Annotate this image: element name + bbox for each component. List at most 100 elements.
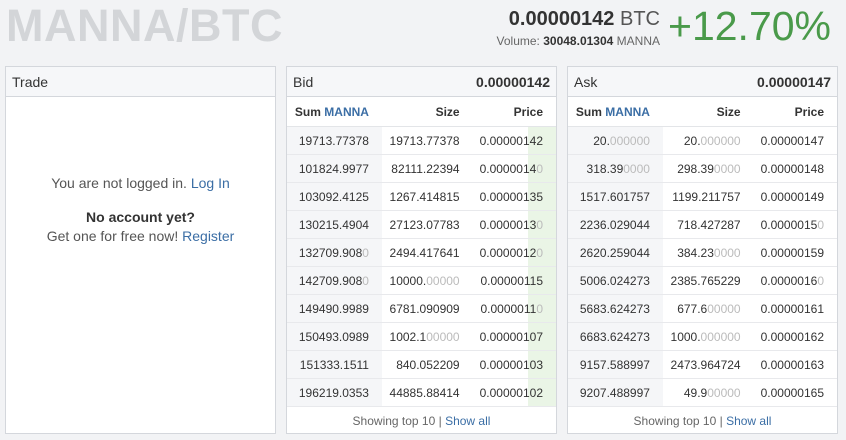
bid-footer-text: Showing top 10 | bbox=[352, 414, 442, 428]
ask-order-row[interactable]: 2620.259044 384.230000 0.00000159 bbox=[568, 238, 837, 267]
bid-order-row[interactable]: 132709.9080 2494.417641 0.00000120 bbox=[287, 238, 556, 267]
ask-price-cell: 0.00000149 bbox=[753, 182, 837, 211]
ask-sum-cell: 1517.601757 bbox=[568, 182, 663, 211]
best-bid-price: 0.00000142 bbox=[476, 73, 550, 90]
ask-order-row[interactable]: 2236.029044 718.427287 0.00000150 bbox=[568, 210, 837, 239]
volume-info: Volume: 30048.01304 MANNA bbox=[430, 34, 660, 48]
ask-size-cell: 20.000000 bbox=[662, 126, 754, 155]
bid-price-cell: 0.00000110 bbox=[472, 294, 556, 323]
bid-order-row[interactable]: 150493.0989 1002.100000 0.00000107 bbox=[287, 322, 556, 351]
bid-panel: Bid 0.00000142 Sum MANNA Size Price 1971… bbox=[286, 66, 557, 434]
bid-panel-header: Bid 0.00000142 bbox=[287, 67, 556, 97]
size-column-header: Size bbox=[381, 97, 473, 127]
ask-footer-text: Showing top 10 | bbox=[633, 414, 723, 428]
ask-rows: 20.000000 20.000000 0.00000147 318.390000 29… bbox=[568, 126, 837, 407]
last-price-currency: BTC bbox=[620, 8, 660, 30]
ask-size-cell: 298.390000 bbox=[662, 154, 754, 183]
ask-order-row[interactable]: 9207.488997 49.900000 0.00000165 bbox=[568, 378, 837, 407]
ask-order-row[interactable]: 318.390000 298.390000 0.00000148 bbox=[568, 154, 837, 183]
bid-size-cell: 840.052209 bbox=[381, 350, 473, 379]
bid-size-cell: 19713.77378 bbox=[381, 126, 473, 155]
bid-sum-cell: 196219.0353 bbox=[287, 378, 382, 407]
ask-sum-cell: 6683.624273 bbox=[568, 322, 663, 351]
get-one-text: Get one for free now! bbox=[46, 228, 179, 244]
bid-panel-title: Bid bbox=[293, 73, 314, 90]
ask-price-cell: 0.00000148 bbox=[753, 154, 837, 183]
bid-price-cell: 0.00000107 bbox=[472, 322, 556, 351]
sum-column-header: Sum MANNA bbox=[568, 97, 663, 127]
ask-price-cell: 0.00000163 bbox=[753, 350, 837, 379]
ask-size-cell: 49.900000 bbox=[662, 378, 754, 407]
bid-price-cell: 0.00000135 bbox=[472, 182, 556, 211]
bid-size-cell: 6781.090909 bbox=[381, 294, 473, 323]
bid-order-row[interactable]: 101824.9977 82111.22394 0.00000140 bbox=[287, 154, 556, 183]
ask-order-row[interactable]: 20.000000 20.000000 0.00000147 bbox=[568, 126, 837, 155]
ask-sum-cell: 9207.488997 bbox=[568, 378, 663, 407]
ask-panel-title: Ask bbox=[574, 73, 598, 90]
ask-size-cell: 677.600000 bbox=[662, 294, 754, 323]
size-column-header: Size bbox=[662, 97, 754, 127]
bid-size-cell: 44885.88414 bbox=[381, 378, 473, 407]
sum-currency: MANNA bbox=[605, 104, 650, 119]
ask-sum-cell: 2620.259044 bbox=[568, 238, 663, 267]
bid-sum-cell: 103092.4125 bbox=[287, 182, 382, 211]
ask-price-cell: 0.00000161 bbox=[753, 294, 837, 323]
sum-label: Sum bbox=[575, 104, 602, 119]
bid-price-cell: 0.00000102 bbox=[472, 378, 556, 407]
bid-footer: Showing top 10 | Show all bbox=[287, 407, 556, 435]
ask-sum-cell: 2236.029044 bbox=[568, 210, 663, 239]
ask-order-row[interactable]: 1517.601757 1199.211757 0.00000149 bbox=[568, 182, 837, 211]
ask-price-cell: 0.00000165 bbox=[753, 378, 837, 407]
bid-sum-cell: 151333.1511 bbox=[287, 350, 382, 379]
bid-price-cell: 0.00000115 bbox=[472, 266, 556, 295]
ask-price-cell: 0.00000162 bbox=[753, 322, 837, 351]
bid-size-cell: 1002.100000 bbox=[381, 322, 473, 351]
ask-sum-cell: 5683.624273 bbox=[568, 294, 663, 323]
ask-panel: Ask 0.00000147 Sum MANNA Size Price 20.0… bbox=[567, 66, 838, 434]
bid-sum-cell: 150493.0989 bbox=[287, 322, 382, 351]
bid-price-cell: 0.00000120 bbox=[472, 238, 556, 267]
ask-sum-cell: 318.390000 bbox=[568, 154, 663, 183]
sum-currency: MANNA bbox=[324, 104, 369, 119]
ask-panel-header: Ask 0.00000147 bbox=[568, 67, 837, 97]
bid-order-row[interactable]: 151333.1511 840.052209 0.00000103 bbox=[287, 350, 556, 379]
login-message: You are not logged in. Log In bbox=[6, 175, 275, 191]
register-message: Get one for free now! Register bbox=[6, 228, 275, 244]
bid-order-row[interactable]: 19713.77378 19713.77378 0.00000142 bbox=[287, 126, 556, 155]
ask-sum-cell: 9157.588997 bbox=[568, 350, 663, 379]
volume-value: 30048.01304 bbox=[543, 34, 614, 48]
register-link[interactable]: Register bbox=[182, 228, 234, 244]
ask-price-cell: 0.00000150 bbox=[753, 210, 837, 239]
bid-order-row[interactable]: 130215.4904 27123.07783 0.00000130 bbox=[287, 210, 556, 239]
bid-sum-cell: 130215.4904 bbox=[287, 210, 382, 239]
not-logged-text: You are not logged in. bbox=[51, 175, 187, 191]
bid-order-row[interactable]: 196219.0353 44885.88414 0.00000102 bbox=[287, 378, 556, 407]
ask-order-row[interactable]: 5683.624273 677.600000 0.00000161 bbox=[568, 294, 837, 323]
ask-size-cell: 2385.765229 bbox=[662, 266, 754, 295]
sum-column-header: Sum MANNA bbox=[287, 97, 382, 127]
bid-price-cell: 0.00000140 bbox=[472, 154, 556, 183]
volume-currency: MANNA bbox=[616, 34, 660, 48]
login-link[interactable]: Log In bbox=[191, 175, 230, 191]
bid-size-cell: 2494.417641 bbox=[381, 238, 473, 267]
trade-panel: Trade You are not logged in. Log In No a… bbox=[5, 66, 276, 434]
ask-show-all-link[interactable]: Show all bbox=[726, 414, 771, 428]
ask-price-cell: 0.00000147 bbox=[753, 126, 837, 155]
bid-order-row[interactable]: 142709.9080 10000.00000 0.00000115 bbox=[287, 266, 556, 295]
bid-price-cell: 0.00000103 bbox=[472, 350, 556, 379]
bid-sum-cell: 142709.9080 bbox=[287, 266, 382, 295]
ask-order-row[interactable]: 6683.624273 1000.000000 0.00000162 bbox=[568, 322, 837, 351]
bid-rows: 19713.77378 19713.77378 0.00000142 101824.9… bbox=[287, 126, 556, 407]
ask-order-row[interactable]: 9157.588997 2473.964724 0.00000163 bbox=[568, 350, 837, 379]
bid-table: Sum MANNA Size Price 19713.77378 19713.77… bbox=[287, 97, 556, 407]
bid-order-row[interactable]: 149490.9989 6781.090909 0.00000110 bbox=[287, 294, 556, 323]
ask-price-cell: 0.00000160 bbox=[753, 266, 837, 295]
bid-size-cell: 10000.00000 bbox=[381, 266, 473, 295]
ask-order-row[interactable]: 5006.024273 2385.765229 0.00000160 bbox=[568, 266, 837, 295]
bid-order-row[interactable]: 103092.4125 1267.414815 0.00000135 bbox=[287, 182, 556, 211]
bid-sum-cell: 101824.9977 bbox=[287, 154, 382, 183]
bid-show-all-link[interactable]: Show all bbox=[445, 414, 490, 428]
trade-panel-body: You are not logged in. Log In No account… bbox=[6, 175, 275, 244]
volume-label: Volume: bbox=[496, 34, 540, 48]
ask-size-cell: 1000.000000 bbox=[662, 322, 754, 351]
